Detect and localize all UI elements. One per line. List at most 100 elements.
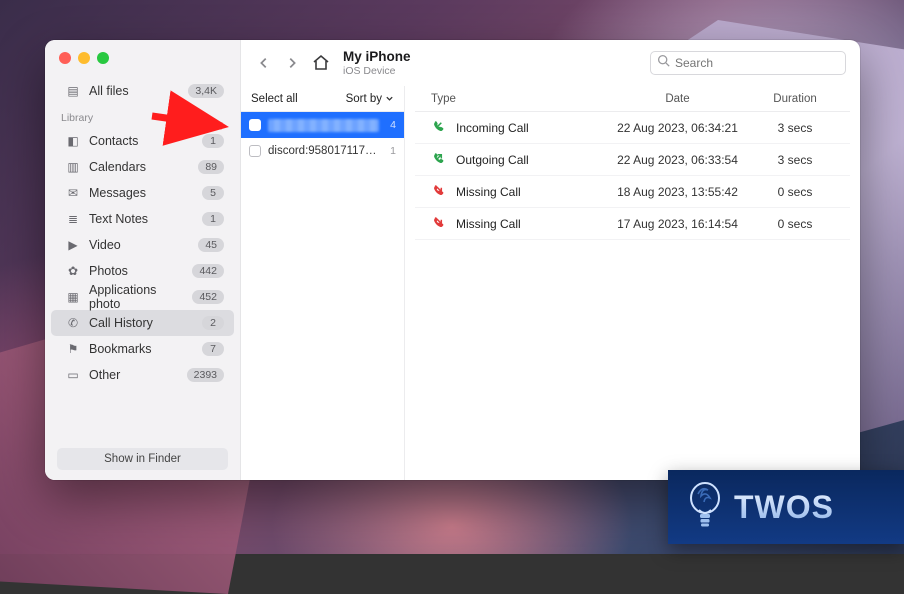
minimize-window-button[interactable] bbox=[78, 52, 90, 64]
contact-count: 4 bbox=[386, 119, 396, 131]
sidebar-item-photos[interactable]: ✿ Photos 442 bbox=[51, 258, 234, 284]
count-badge: 7 bbox=[202, 342, 224, 356]
other-icon: ▭ bbox=[65, 368, 81, 382]
call-type: Missing Call bbox=[456, 217, 521, 231]
table-row[interactable]: Outgoing Call 22 Aug 2023, 06:33:543 secs bbox=[415, 144, 850, 176]
count-badge: 1 bbox=[202, 212, 224, 226]
count-badge: 452 bbox=[192, 290, 224, 304]
sidebar-item-label: Other bbox=[89, 368, 179, 382]
video-icon: ▶ bbox=[65, 238, 81, 252]
sidebar-section-label: Library bbox=[45, 104, 240, 128]
incoming-call-icon bbox=[431, 119, 446, 137]
sidebar-item-label: Contacts bbox=[89, 134, 194, 148]
sidebar-item-video[interactable]: ▶ Video 45 bbox=[51, 232, 234, 258]
show-in-finder-button[interactable]: Show in Finder bbox=[57, 448, 228, 470]
count-badge: 5 bbox=[202, 186, 224, 200]
call-type: Missing Call bbox=[456, 185, 521, 199]
contact-name-redacted bbox=[268, 119, 379, 132]
select-all-toggle[interactable]: Select all bbox=[251, 93, 298, 105]
contact-row[interactable]: discord:95801711724 7... 1 bbox=[241, 138, 404, 164]
checkbox[interactable] bbox=[249, 119, 261, 131]
contact-count: 1 bbox=[386, 145, 396, 157]
sidebar-item-messages[interactable]: ✉ Messages 5 bbox=[51, 180, 234, 206]
col-duration[interactable]: Duration bbox=[740, 93, 850, 105]
count-badge: 2393 bbox=[187, 368, 224, 382]
sidebar: ▤ All files 3,4K Library ◧ Contacts 1 ▥ Cale… bbox=[45, 40, 241, 480]
sidebar-item-call-history[interactable]: ✆Call History2 bbox=[51, 310, 234, 336]
count-badge: 89 bbox=[198, 160, 224, 174]
table-row[interactable]: Missing Call 17 Aug 2023, 16:14:540 secs bbox=[415, 208, 850, 240]
sidebar-item-label: Messages bbox=[89, 186, 194, 200]
call-type: Incoming Call bbox=[456, 121, 529, 135]
col-date[interactable]: Date bbox=[615, 93, 740, 105]
close-window-button[interactable] bbox=[59, 52, 71, 64]
sidebar-item-label: Calendars bbox=[89, 160, 190, 174]
content-area: Select all Sort by 4 discord:95801711724 … bbox=[241, 86, 860, 480]
search-input[interactable] bbox=[675, 56, 839, 70]
page-title: My iPhone bbox=[343, 49, 411, 65]
table-row[interactable]: Missing Call 18 Aug 2023, 13:55:420 secs bbox=[415, 176, 850, 208]
sidebar-item-other[interactable]: ▭ Other 2393 bbox=[51, 362, 234, 388]
call-date: 18 Aug 2023, 13:55:42 bbox=[615, 185, 740, 199]
page-subtitle: iOS Device bbox=[343, 65, 411, 77]
notes-icon: ≣ bbox=[65, 212, 81, 226]
search-field[interactable] bbox=[650, 51, 846, 75]
sort-by-dropdown[interactable]: Sort by bbox=[346, 93, 394, 105]
sidebar-item-applications-photo[interactable]: ▦Applications photo452 bbox=[51, 284, 234, 310]
count-badge: 2 bbox=[202, 316, 224, 330]
maximize-window-button[interactable] bbox=[97, 52, 109, 64]
sidebar-footer: Show in Finder bbox=[45, 438, 240, 480]
twos-watermark: TWOS bbox=[668, 470, 904, 544]
sidebar-item-text-notes[interactable]: ≣ Text Notes 1 bbox=[51, 206, 234, 232]
call-duration: 3 secs bbox=[740, 121, 850, 135]
outgoing-call-icon bbox=[431, 151, 446, 169]
main-panel: My iPhone iOS Device Select all Sort by bbox=[241, 40, 860, 480]
sidebar-item-label: Photos bbox=[89, 264, 184, 278]
contacts-column: Select all Sort by 4 discord:95801711724 … bbox=[241, 86, 405, 480]
chevron-down-icon bbox=[385, 94, 394, 103]
checkbox[interactable] bbox=[249, 145, 261, 157]
table-header: Type Date Duration bbox=[415, 86, 850, 112]
contact-name: discord:95801711724 7... bbox=[268, 145, 379, 157]
count-badge: 442 bbox=[192, 264, 224, 278]
sort-by-label: Sort by bbox=[346, 93, 382, 105]
table-row[interactable]: Incoming Call22 Aug 2023, 06:34:213 secs bbox=[415, 112, 850, 144]
call-date: 17 Aug 2023, 16:14:54 bbox=[615, 217, 740, 231]
app-window: ▤ All files 3,4K Library ◧ Contacts 1 ▥ Cale… bbox=[45, 40, 860, 480]
sidebar-item-label: Call History bbox=[89, 316, 194, 330]
calls-table: Type Date Duration Incoming Call22 Aug 2… bbox=[405, 86, 860, 480]
nav-back-button[interactable] bbox=[255, 54, 273, 72]
photos-icon: ✿ bbox=[65, 264, 81, 278]
call-date: 22 Aug 2023, 06:33:54 bbox=[615, 153, 740, 167]
home-icon[interactable] bbox=[311, 53, 331, 73]
nav-forward-button[interactable] bbox=[283, 54, 301, 72]
search-icon bbox=[657, 54, 670, 72]
window-controls bbox=[45, 50, 240, 78]
sidebar-item-label: All files bbox=[89, 84, 180, 98]
sidebar-item-label: Video bbox=[89, 238, 190, 252]
call-duration: 3 secs bbox=[740, 153, 850, 167]
col-type[interactable]: Type bbox=[415, 93, 615, 105]
contacts-icon: ◧ bbox=[65, 134, 81, 148]
missed-call-icon bbox=[431, 215, 446, 233]
missed-call-icon bbox=[431, 183, 446, 201]
call-duration: 0 secs bbox=[740, 185, 850, 199]
bookmarks-icon: ⚑ bbox=[65, 342, 81, 356]
sidebar-item-calendars[interactable]: ▥ Calendars 89 bbox=[51, 154, 234, 180]
sidebar-item-all-files[interactable]: ▤ All files 3,4K bbox=[51, 78, 234, 104]
sidebar-item-label: Bookmarks bbox=[89, 342, 194, 356]
call-duration: 0 secs bbox=[740, 217, 850, 231]
lightbulb-icon bbox=[684, 480, 726, 534]
count-badge: 3,4K bbox=[188, 84, 224, 98]
sidebar-item-contacts[interactable]: ◧Contacts1 bbox=[51, 128, 234, 154]
breadcrumb: My iPhone iOS Device bbox=[343, 49, 411, 77]
stack-icon: ▤ bbox=[65, 84, 81, 98]
toolbar: My iPhone iOS Device bbox=[241, 40, 860, 86]
call-type: Outgoing Call bbox=[456, 153, 529, 167]
sidebar-item-bookmarks[interactable]: ⚑ Bookmarks 7 bbox=[51, 336, 234, 362]
calendars-icon: ▥ bbox=[65, 160, 81, 174]
sidebar-item-label: Text Notes bbox=[89, 212, 194, 226]
count-badge: 45 bbox=[198, 238, 224, 252]
contact-row[interactable]: 4 bbox=[241, 112, 404, 138]
messages-icon: ✉ bbox=[65, 186, 81, 200]
